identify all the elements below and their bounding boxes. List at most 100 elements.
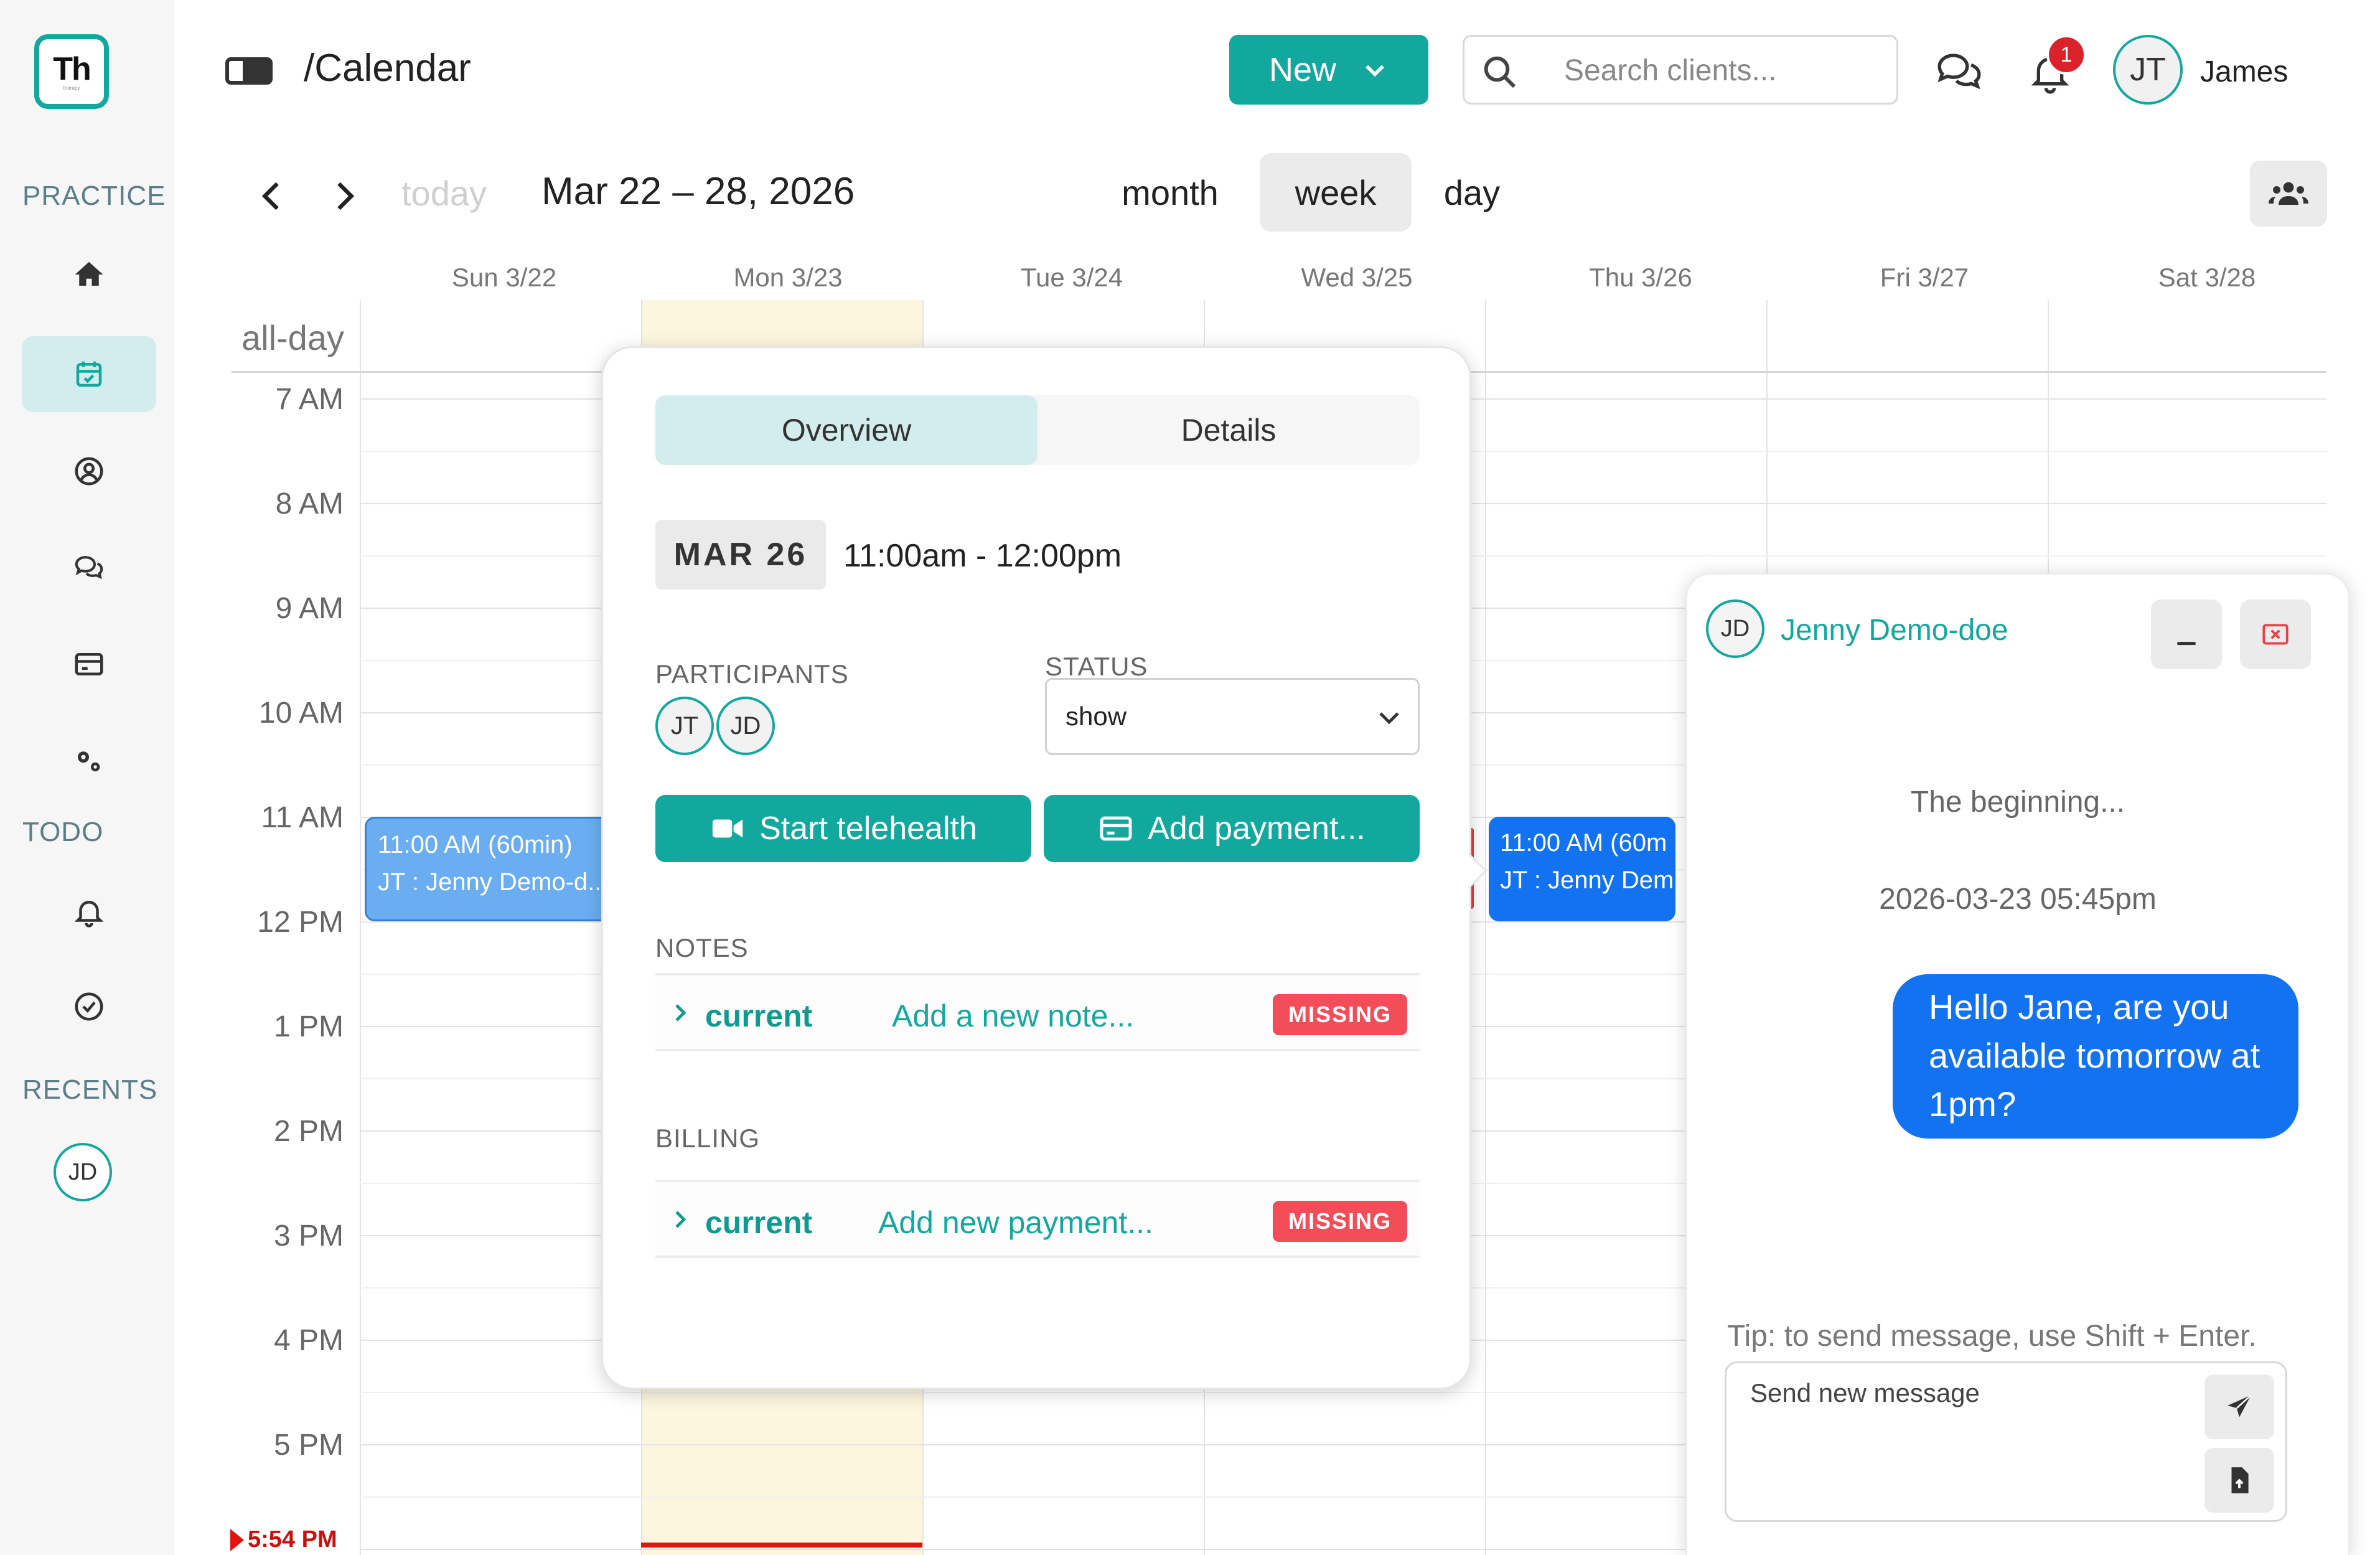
chat-close-button[interactable] bbox=[2240, 599, 2311, 669]
file-upload-icon bbox=[2231, 1467, 2249, 1493]
event-title: JT : Jenny Dem bbox=[1500, 867, 1674, 894]
chevron-right-icon bbox=[675, 1211, 686, 1228]
chat-contact-avatar: JD bbox=[1706, 599, 1764, 658]
day-header-tue: Tue 3/24 bbox=[1020, 263, 1123, 292]
user-circle-icon bbox=[75, 457, 103, 486]
chevron-right-icon bbox=[675, 1004, 686, 1022]
event-title: JT : Jenny Demo-d... bbox=[378, 868, 609, 896]
add-payment-button[interactable]: Add payment... bbox=[1044, 795, 1420, 862]
status-value: show bbox=[1066, 702, 1127, 731]
time-label: 4 PM bbox=[273, 1324, 344, 1357]
time-label: 5 PM bbox=[273, 1429, 344, 1462]
send-message-button[interactable] bbox=[2204, 1374, 2274, 1439]
section-recents: RECENTS bbox=[22, 1074, 158, 1105]
popover-tabs: Overview Details bbox=[655, 395, 1420, 465]
view-month-button[interactable]: month bbox=[1108, 153, 1232, 232]
status-select[interactable]: show bbox=[1045, 678, 1420, 755]
sidebar-toggle-icon[interactable] bbox=[225, 57, 273, 85]
search-input[interactable] bbox=[1564, 48, 1875, 93]
view-week-button[interactable]: week bbox=[1260, 153, 1412, 232]
chat-window: JD Jenny Demo-doe The beginning... 2026-… bbox=[1685, 573, 2350, 1555]
chat-input-box bbox=[1725, 1361, 2287, 1522]
add-payment-link[interactable]: Add new payment... bbox=[878, 1205, 1153, 1241]
calendar-event[interactable]: 11:00 AM (60min) JT : Jenny Demo-d... bbox=[365, 817, 611, 921]
minimize-icon bbox=[2177, 642, 2196, 646]
status-label: STATUS bbox=[1045, 652, 1148, 681]
tab-overview[interactable]: Overview bbox=[655, 395, 1038, 465]
current-time-line bbox=[641, 1543, 922, 1548]
sidebar-item-clients[interactable] bbox=[22, 433, 156, 509]
today-button[interactable]: today bbox=[401, 173, 487, 214]
notes-current[interactable]: current bbox=[705, 998, 812, 1034]
day-divider bbox=[360, 300, 361, 1555]
next-week-icon[interactable] bbox=[325, 177, 362, 215]
billing-current[interactable]: current bbox=[705, 1205, 812, 1241]
search-icon bbox=[1484, 56, 1516, 88]
sidebar-item-reminders[interactable] bbox=[22, 874, 156, 950]
sidebar-item-calendar[interactable] bbox=[22, 336, 156, 412]
notification-badge: 1 bbox=[2046, 35, 2086, 75]
sidebar-item-settings[interactable] bbox=[22, 723, 156, 799]
calendar-icon bbox=[76, 361, 102, 387]
notes-missing-badge: MISSING bbox=[1273, 994, 1407, 1035]
time-label: 9 AM bbox=[275, 592, 344, 625]
chat-timestamp: 2026-03-23 05:45pm bbox=[1879, 883, 2157, 916]
appointment-time-range: 11:00am - 12:00pm bbox=[843, 538, 1122, 574]
user-avatar[interactable]: JT bbox=[2113, 35, 2183, 105]
time-label: 10 AM bbox=[258, 697, 344, 730]
sidebar: Th therapy PRACTICE TODO RECENTS JD bbox=[0, 0, 174, 1555]
day-header-sun: Sun 3/22 bbox=[451, 263, 557, 292]
search-box[interactable] bbox=[1463, 35, 1898, 105]
chat-minimize-button[interactable] bbox=[2151, 599, 2222, 669]
chat-contact-name[interactable]: Jenny Demo-doe bbox=[1781, 613, 2008, 647]
time-label: 1 PM bbox=[273, 1010, 344, 1043]
check-circle-icon bbox=[75, 992, 103, 1021]
participants-label: PARTICIPANTS bbox=[655, 659, 849, 688]
time-label: 2 PM bbox=[273, 1115, 344, 1148]
add-note-link[interactable]: Add a new note... bbox=[892, 998, 1134, 1034]
time-label: 11 AM bbox=[261, 801, 344, 834]
group-view-button[interactable] bbox=[2250, 161, 2327, 227]
new-button-label: New bbox=[1268, 51, 1337, 88]
time-label: 12 PM bbox=[257, 906, 344, 939]
billing-missing-badge: MISSING bbox=[1273, 1201, 1407, 1242]
chat-icon[interactable] bbox=[1934, 49, 1984, 92]
appointment-popover: Overview Details MAR 26 11:00am - 12:00p… bbox=[601, 346, 1488, 1389]
send-icon bbox=[2228, 1394, 2252, 1417]
recent-client-avatar[interactable]: JD bbox=[54, 1143, 112, 1201]
new-button[interactable]: New bbox=[1229, 35, 1428, 105]
add-payment-label: Add payment... bbox=[1148, 810, 1366, 847]
users-icon bbox=[2269, 182, 2308, 205]
chat-message-bubble: Hello Jane, are you available tomorrow a… bbox=[1893, 974, 2298, 1139]
billing-row[interactable]: current Add new payment... MISSING bbox=[655, 1180, 1420, 1258]
time-label: 8 AM bbox=[275, 487, 344, 520]
day-header-wed: Wed 3/25 bbox=[1301, 263, 1413, 292]
user-name[interactable]: James bbox=[2200, 55, 2288, 89]
page-title: /Calendar bbox=[304, 47, 471, 90]
close-icon bbox=[2262, 624, 2289, 645]
sidebar-item-tasks[interactable] bbox=[22, 969, 156, 1045]
start-telehealth-button[interactable]: Start telehealth bbox=[655, 795, 1031, 862]
participant-avatar[interactable]: JD bbox=[716, 697, 775, 755]
participant-avatar[interactable]: JT bbox=[655, 697, 714, 755]
messages-icon bbox=[75, 556, 103, 580]
prev-week-icon[interactable] bbox=[254, 177, 291, 215]
allday-label: all-day bbox=[241, 318, 344, 357]
home-icon bbox=[75, 261, 103, 286]
attach-file-button[interactable] bbox=[2204, 1448, 2274, 1513]
sidebar-item-messages[interactable] bbox=[22, 529, 156, 605]
popover-arrow bbox=[1451, 853, 1488, 889]
notes-row[interactable]: current Add a new note... MISSING bbox=[655, 973, 1420, 1051]
app-logo[interactable]: Th therapy bbox=[34, 34, 109, 109]
calendar-event-selected[interactable]: 11:00 AM (60m JT : Jenny Dem bbox=[1489, 817, 1675, 921]
chat-message-input[interactable] bbox=[1750, 1378, 2198, 1503]
view-day-button[interactable]: day bbox=[1431, 153, 1512, 232]
sidebar-item-home[interactable] bbox=[22, 237, 156, 312]
tab-details[interactable]: Details bbox=[1038, 395, 1420, 465]
gears-icon bbox=[78, 751, 100, 772]
day-header-thu: Thu 3/26 bbox=[1589, 263, 1692, 292]
time-label: 7 AM bbox=[275, 383, 344, 416]
credit-card-icon bbox=[75, 653, 103, 675]
billing-label: BILLING bbox=[655, 1124, 761, 1153]
sidebar-item-billing[interactable] bbox=[22, 626, 156, 702]
